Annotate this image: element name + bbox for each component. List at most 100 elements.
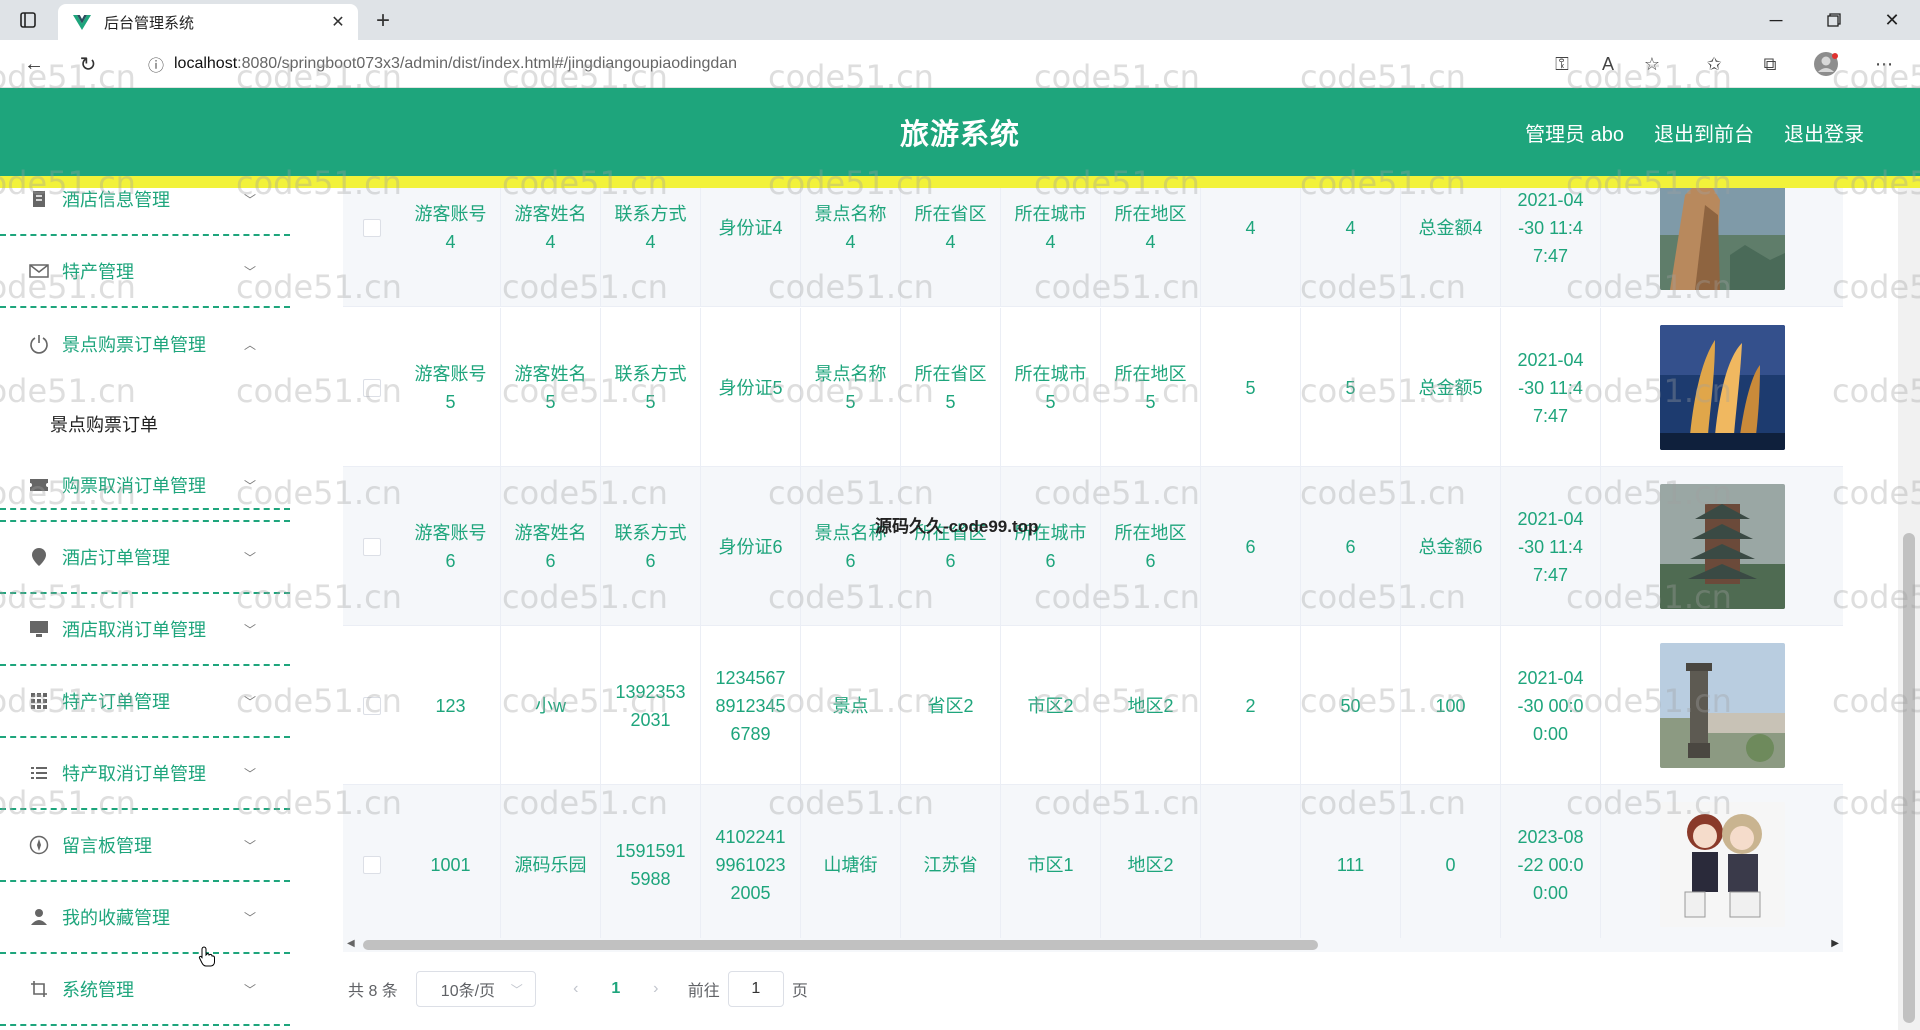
- user-icon: [28, 906, 50, 928]
- url-field[interactable]: ⓘ localhost:8080/springboot073x3/admin/d…: [128, 46, 1568, 82]
- table-row[interactable]: 1001 源码乐园 1591591 5988 4102241 9961023 2005…: [343, 785, 1843, 944]
- goto-page-input[interactable]: 1: [727, 971, 784, 1007]
- monument-thumbnail[interactable]: [1659, 643, 1785, 768]
- back-icon[interactable]: ←: [16, 46, 52, 82]
- pagination: 共 8 条 10条/页 ﹀ ‹ 1 › 前往 1 页: [348, 970, 808, 1008]
- table-cell-district: 所在地区 5: [1101, 308, 1201, 467]
- submenu-ticket-order[interactable]: 景点购票订单: [0, 398, 290, 450]
- grid-icon: [28, 690, 50, 712]
- list-icon: [28, 762, 50, 784]
- row-checkbox[interactable]: [363, 696, 381, 715]
- close-window-icon[interactable]: ✕: [1864, 0, 1920, 40]
- table-cell-province: 所在省区 5: [901, 308, 1001, 467]
- table-cell-total: 总金额4: [1401, 188, 1501, 307]
- table-cell-name: 游客姓名 6: [501, 467, 601, 626]
- orders-table: 游客账号 4 游客姓名 4 联系方式 4 身份证4 景点名称 4 所在省区 4 所在城市 4…: [343, 188, 1843, 958]
- anime-thumbnail[interactable]: [1659, 802, 1785, 927]
- vertical-scrollbar[interactable]: [1898, 188, 1920, 1030]
- prev-page-icon[interactable]: ‹: [556, 980, 596, 998]
- sidebar-item-hotel-cancel[interactable]: 酒店取消订单管理 ﹀: [0, 594, 290, 666]
- table-cell-price: 6: [1301, 467, 1401, 626]
- table-cell-date: 2021-04 -30 11:4 7:47: [1501, 188, 1601, 307]
- compass-icon: [28, 834, 50, 856]
- table-row[interactable]: 游客账号 5 游客姓名 5 联系方式 5 身份证5 景点名称 5 所在省区 5 所在城市 5…: [343, 308, 1843, 467]
- back-to-front-link[interactable]: 退出到前台: [1654, 118, 1754, 147]
- tab-title: 后台管理系统: [104, 14, 195, 32]
- sidebar-item-hotel-info[interactable]: 酒店信息管理 ﹀: [0, 188, 290, 236]
- chevron-down-icon: ﹀: [243, 982, 256, 997]
- minimize-icon[interactable]: ─: [1748, 0, 1804, 40]
- sidebar-item-message-board[interactable]: 留言板管理 ﹀: [0, 810, 290, 882]
- image-cell: [1601, 308, 1843, 467]
- chevron-down-icon: ﹀: [243, 550, 256, 565]
- horizontal-scroll-thumb[interactable]: [363, 940, 1318, 950]
- table-cell-name: 源码乐园: [501, 785, 601, 944]
- chevron-down-icon: ﹀: [243, 264, 256, 279]
- page-size-select[interactable]: 10条/页 ﹀: [415, 971, 536, 1007]
- sidebar-item-favorites[interactable]: 我的收藏管理 ﹀: [0, 882, 290, 954]
- table-cell-id-card: 身份证5: [701, 308, 801, 467]
- table-cell-account: 游客账号 5: [401, 308, 501, 467]
- table-row[interactable]: 游客账号 6 游客姓名 6 联系方式 6 身份证6 景点名称 6 所在省区 6 所在城市 6…: [343, 467, 1843, 626]
- table-row[interactable]: 游客账号 4 游客姓名 4 联系方式 4 身份证4 景点名称 4 所在省区 4 所在城市 4…: [343, 188, 1843, 307]
- cliff-thumbnail[interactable]: [1659, 188, 1785, 290]
- new-tab-icon[interactable]: +: [366, 4, 400, 38]
- row-checkbox[interactable]: [363, 855, 381, 874]
- scroll-right-icon[interactable]: ▶: [1831, 938, 1839, 949]
- table-cell-city: 所在城市 6: [1001, 467, 1101, 626]
- next-page-icon[interactable]: ›: [636, 980, 676, 998]
- table-cell-phone: 联系方式 4: [601, 188, 701, 307]
- chevron-down-icon: ﹀: [243, 192, 256, 207]
- sidebar-item-specialty-cancel[interactable]: 特产取消订单管理 ﹀: [0, 738, 290, 810]
- chevron-down-icon: ﹀: [243, 766, 256, 781]
- table-cell-total: 0: [1401, 785, 1501, 944]
- sidebar-item-ticket-orders[interactable]: 景点购票订单管理 ︿: [0, 308, 290, 380]
- profile-avatar-icon[interactable]: [1810, 48, 1842, 80]
- table-cell-spot: 景点: [801, 626, 901, 785]
- logout-link[interactable]: 退出登录: [1784, 118, 1864, 147]
- table-cell-total: 总金额5: [1401, 308, 1501, 467]
- table-cell-spot: 景点名称 5: [801, 308, 901, 467]
- sidebar-item-specialty-orders[interactable]: 特产订单管理 ﹀: [0, 666, 290, 738]
- page-suffix: 页: [791, 983, 808, 1000]
- image-cell: [1601, 188, 1843, 307]
- overlay-text: 源码久久-code99.top: [875, 517, 1039, 536]
- scroll-left-icon[interactable]: ◀: [347, 938, 355, 949]
- key-icon[interactable]: ⚿: [1546, 48, 1578, 80]
- sidebar-item-system[interactable]: 系统管理 ﹀: [0, 954, 290, 1026]
- maximize-icon[interactable]: [1806, 0, 1862, 40]
- read-aloud-icon[interactable]: A: [1592, 48, 1624, 80]
- table-cell-id-card: 4102241 9961023 2005: [701, 785, 801, 944]
- horizontal-scrollbar[interactable]: ◀ ▶: [343, 938, 1843, 952]
- vertical-scroll-thumb[interactable]: [1903, 533, 1915, 1023]
- mouse-cursor-icon: [198, 946, 215, 967]
- sidebar-item-hotel-orders[interactable]: 酒店订单管理 ﹀: [0, 522, 290, 594]
- row-checkbox-cell: [343, 308, 401, 467]
- row-checkbox[interactable]: [363, 218, 381, 237]
- sidebar-item-ticket-cancel[interactable]: 购票取消订单管理 ﹀: [0, 450, 290, 522]
- more-menu-icon[interactable]: ⋯: [1868, 48, 1900, 80]
- mail-icon: [28, 260, 50, 282]
- row-checkbox[interactable]: [363, 378, 381, 397]
- browser-tab-bar: 后台管理系统 ✕ + ─ ✕: [0, 0, 1920, 40]
- sails-thumbnail[interactable]: [1659, 325, 1785, 450]
- site-info-icon[interactable]: ⓘ: [138, 52, 174, 76]
- sidebar-item-specialty[interactable]: 特产管理 ﹀: [0, 236, 290, 308]
- table-cell-account: 游客账号 4: [401, 188, 501, 307]
- add-favorite-icon[interactable]: ☆: [1636, 48, 1668, 80]
- table-row[interactable]: 123 小w 1392353 2031 1234567 8912345 6789 景点省…: [343, 626, 1843, 785]
- browser-tab[interactable]: 后台管理系统 ✕: [58, 4, 358, 40]
- table-cell-id-card: 1234567 8912345 6789: [701, 626, 801, 785]
- current-page-number[interactable]: 1: [596, 980, 636, 998]
- collections-icon[interactable]: ⧉: [1754, 48, 1786, 80]
- tab-actions-icon[interactable]: [0, 0, 56, 40]
- vue-logo-icon: [73, 15, 91, 30]
- chevron-down-icon: ﹀: [243, 694, 256, 709]
- favorites-icon[interactable]: ✩: [1698, 48, 1730, 80]
- close-tab-icon[interactable]: ✕: [328, 12, 348, 32]
- table-cell-phone: 联系方式 6: [601, 467, 701, 626]
- pagoda-thumbnail[interactable]: [1659, 484, 1785, 609]
- table-cell-name: 小w: [501, 626, 601, 785]
- row-checkbox[interactable]: [363, 537, 381, 556]
- reload-icon[interactable]: ↻: [70, 46, 106, 82]
